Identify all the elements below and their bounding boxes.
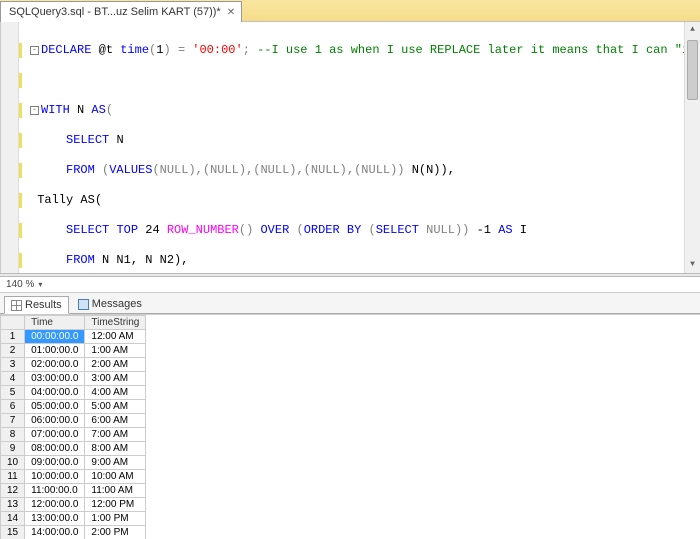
cell-timestring[interactable]: 12:00 AM xyxy=(85,330,146,344)
cell-time[interactable]: 09:00:00.0 xyxy=(25,456,85,470)
table-row[interactable]: 1110:00:00.010:00 AM xyxy=(1,470,146,484)
table-row[interactable]: 302:00:00.02:00 AM xyxy=(1,358,146,372)
cell-timestring[interactable]: 2:00 AM xyxy=(85,358,146,372)
cell-time[interactable]: 10:00:00.0 xyxy=(25,470,85,484)
table-row[interactable]: 706:00:00.06:00 AM xyxy=(1,414,146,428)
table-row[interactable]: 201:00:00.01:00 AM xyxy=(1,344,146,358)
table-row[interactable]: 1413:00:00.01:00 PM xyxy=(1,512,146,526)
table-row[interactable]: 1312:00:00.012:00 PM xyxy=(1,498,146,512)
cell-time[interactable]: 02:00:00.0 xyxy=(25,358,85,372)
row-number[interactable]: 4 xyxy=(1,372,25,386)
editor-scrollbar[interactable]: ▲ ▼ xyxy=(684,22,700,273)
row-number[interactable]: 14 xyxy=(1,512,25,526)
table-row[interactable]: 1514:00:00.02:00 PM xyxy=(1,526,146,539)
cell-time[interactable]: 01:00:00.0 xyxy=(25,344,85,358)
zoom-level[interactable]: 140 % ▾ xyxy=(0,277,700,293)
cell-time[interactable]: 11:00:00.0 xyxy=(25,484,85,498)
row-number[interactable]: 6 xyxy=(1,400,25,414)
results-table: Time TimeString 100:00:00.012:00 AM201:0… xyxy=(0,315,146,539)
row-number[interactable]: 15 xyxy=(1,526,25,539)
scroll-thumb[interactable] xyxy=(687,40,698,100)
close-icon[interactable]: ✕ xyxy=(225,7,237,18)
results-grid[interactable]: Time TimeString 100:00:00.012:00 AM201:0… xyxy=(0,314,700,539)
table-row[interactable]: 1009:00:00.09:00 AM xyxy=(1,456,146,470)
table-row[interactable]: 403:00:00.03:00 AM xyxy=(1,372,146,386)
cell-time[interactable]: 13:00:00.0 xyxy=(25,512,85,526)
code-editor-area: -DECLARE @t time(1) = '00:00'; --I use 1… xyxy=(0,22,700,273)
cell-time[interactable]: 14:00:00.0 xyxy=(25,526,85,539)
chevron-down-icon[interactable]: ▾ xyxy=(38,280,42,289)
cell-time[interactable]: 06:00:00.0 xyxy=(25,414,85,428)
cell-timestring[interactable]: 10:00 AM xyxy=(85,470,146,484)
fold-icon[interactable]: - xyxy=(30,106,39,115)
cell-timestring[interactable]: 8:00 AM xyxy=(85,442,146,456)
scroll-up-icon[interactable]: ▲ xyxy=(685,22,700,38)
cell-time[interactable]: 00:00:00.0 xyxy=(25,330,85,344)
row-number[interactable]: 9 xyxy=(1,442,25,456)
table-row[interactable]: 605:00:00.05:00 AM xyxy=(1,400,146,414)
messages-icon xyxy=(78,299,89,310)
row-number[interactable]: 10 xyxy=(1,456,25,470)
fold-icon[interactable]: - xyxy=(30,46,39,55)
sql-editor[interactable]: -DECLARE @t time(1) = '00:00'; --I use 1… xyxy=(19,22,700,273)
cell-time[interactable]: 12:00:00.0 xyxy=(25,498,85,512)
scroll-down-icon[interactable]: ▼ xyxy=(685,257,700,273)
row-number[interactable]: 5 xyxy=(1,386,25,400)
results-tab-label: Results xyxy=(25,299,62,311)
cell-timestring[interactable]: 4:00 AM xyxy=(85,386,146,400)
cell-timestring[interactable]: 9:00 AM xyxy=(85,456,146,470)
table-row[interactable]: 807:00:00.07:00 AM xyxy=(1,428,146,442)
row-number[interactable]: 8 xyxy=(1,428,25,442)
cell-timestring[interactable]: 5:00 AM xyxy=(85,400,146,414)
cell-timestring[interactable]: 1:00 AM xyxy=(85,344,146,358)
table-row[interactable]: 1211:00:00.011:00 AM xyxy=(1,484,146,498)
table-row[interactable]: 504:00:00.04:00 AM xyxy=(1,386,146,400)
results-pane: 140 % ▾ Results Messages Time TimeString… xyxy=(0,277,700,539)
cell-timestring[interactable]: 7:00 AM xyxy=(85,428,146,442)
messages-tab[interactable]: Messages xyxy=(71,295,149,313)
row-number[interactable]: 7 xyxy=(1,414,25,428)
cell-timestring[interactable]: 12:00 PM xyxy=(85,498,146,512)
table-row[interactable]: 908:00:00.08:00 AM xyxy=(1,442,146,456)
cell-time[interactable]: 04:00:00.0 xyxy=(25,386,85,400)
document-tab[interactable]: SQLQuery3.sql - BT...uz Selim KART (57))… xyxy=(0,1,242,22)
grid-icon xyxy=(11,300,22,311)
document-tab-bar: SQLQuery3.sql - BT...uz Selim KART (57))… xyxy=(0,0,700,22)
row-number[interactable]: 1 xyxy=(1,330,25,344)
tab-label: SQLQuery3.sql - BT...uz Selim KART (57))… xyxy=(9,6,221,18)
cell-time[interactable]: 07:00:00.0 xyxy=(25,428,85,442)
row-number[interactable]: 13 xyxy=(1,498,25,512)
cell-timestring[interactable]: 2:00 PM xyxy=(85,526,146,539)
cell-timestring[interactable]: 11:00 AM xyxy=(85,484,146,498)
zoom-text: 140 % xyxy=(6,279,34,290)
results-tab[interactable]: Results xyxy=(4,296,69,314)
results-tab-bar: Results Messages xyxy=(0,293,700,314)
cell-time[interactable]: 05:00:00.0 xyxy=(25,400,85,414)
row-number[interactable]: 2 xyxy=(1,344,25,358)
cell-timestring[interactable]: 6:00 AM xyxy=(85,414,146,428)
cell-timestring[interactable]: 3:00 AM xyxy=(85,372,146,386)
messages-tab-label: Messages xyxy=(92,298,142,310)
rownum-header[interactable] xyxy=(1,316,25,330)
cell-time[interactable]: 08:00:00.0 xyxy=(25,442,85,456)
row-number[interactable]: 12 xyxy=(1,484,25,498)
cell-time[interactable]: 03:00:00.0 xyxy=(25,372,85,386)
editor-gutter xyxy=(1,22,19,273)
row-number[interactable]: 11 xyxy=(1,470,25,484)
col-time[interactable]: Time xyxy=(25,316,85,330)
col-timestring[interactable]: TimeString xyxy=(85,316,146,330)
cell-timestring[interactable]: 1:00 PM xyxy=(85,512,146,526)
row-number[interactable]: 3 xyxy=(1,358,25,372)
table-row[interactable]: 100:00:00.012:00 AM xyxy=(1,330,146,344)
